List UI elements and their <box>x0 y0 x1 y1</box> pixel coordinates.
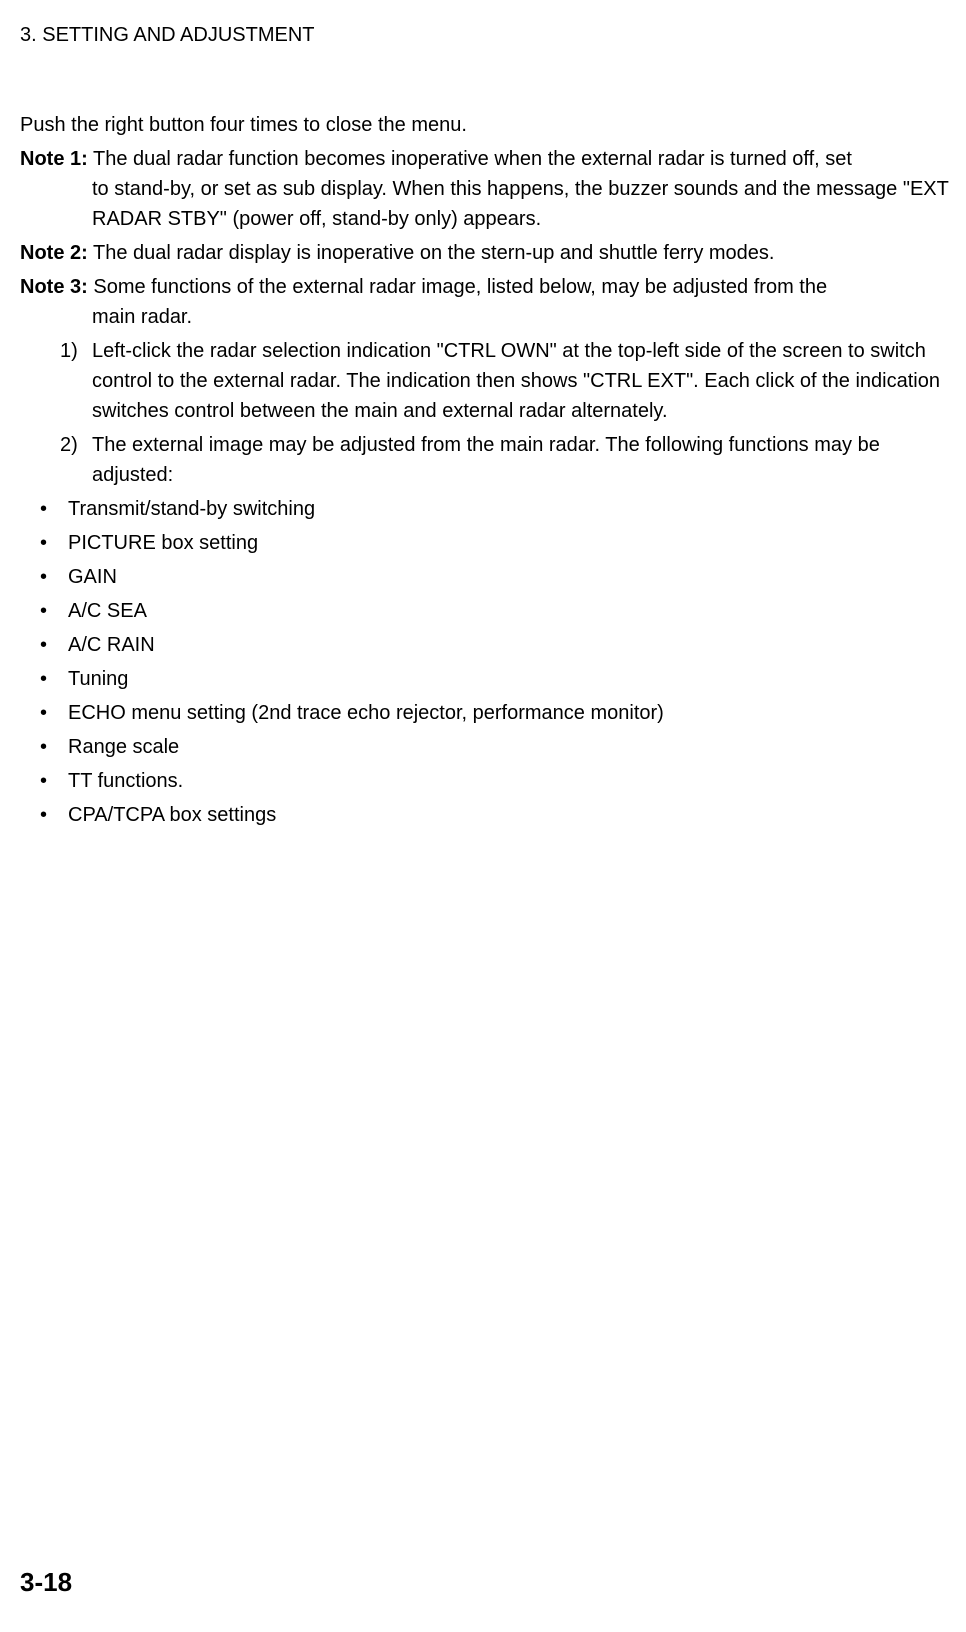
bullet-item: TT functions. <box>52 766 956 796</box>
num-2-text: The external image may be adjusted from … <box>92 434 880 486</box>
num-2-label: 2) <box>60 430 78 460</box>
intro-text: Push the right button four times to clos… <box>20 110 956 140</box>
bullet-list: Transmit/stand-by switching PICTURE box … <box>20 494 956 830</box>
bullet-item: Tuning <box>52 664 956 694</box>
note-2: Note 2: The dual radar display is inoper… <box>20 238 956 268</box>
note-3-cont: main radar. <box>20 302 956 332</box>
note-1-text: The dual radar function becomes inoperat… <box>93 148 852 170</box>
bullet-item: PICTURE box setting <box>52 528 956 558</box>
bullet-item: Range scale <box>52 732 956 762</box>
section-header: 3. SETTING AND ADJUSTMENT <box>20 20 956 50</box>
bullet-item: Transmit/stand-by switching <box>52 494 956 524</box>
note-2-text: The dual radar display is inoperative on… <box>93 242 774 264</box>
note-1: Note 1: The dual radar function becomes … <box>20 144 956 234</box>
bullet-item: A/C SEA <box>52 596 956 626</box>
page-number: 3-18 <box>20 1563 72 1602</box>
num-1-text: Left-click the radar selection indicatio… <box>92 340 940 422</box>
note-2-label: Note 2: <box>20 242 88 264</box>
main-content: Push the right button four times to clos… <box>20 110 956 830</box>
note-3-text: Some functions of the external radar ima… <box>93 276 827 298</box>
note-3-label: Note 3: <box>20 276 88 298</box>
numbered-2: 2) The external image may be adjusted fr… <box>20 430 956 490</box>
note-1-label: Note 1: <box>20 148 88 170</box>
note-3: Note 3: Some functions of the external r… <box>20 272 956 332</box>
numbered-1: 1) Left-click the radar selection indica… <box>20 336 956 426</box>
bullet-item: ECHO menu setting (2nd trace echo reject… <box>52 698 956 728</box>
bullet-item: A/C RAIN <box>52 630 956 660</box>
num-1-label: 1) <box>60 336 78 366</box>
bullet-item: CPA/TCPA box settings <box>52 800 956 830</box>
note-1-cont: to stand-by, or set as sub display. When… <box>20 174 956 234</box>
bullet-item: GAIN <box>52 562 956 592</box>
